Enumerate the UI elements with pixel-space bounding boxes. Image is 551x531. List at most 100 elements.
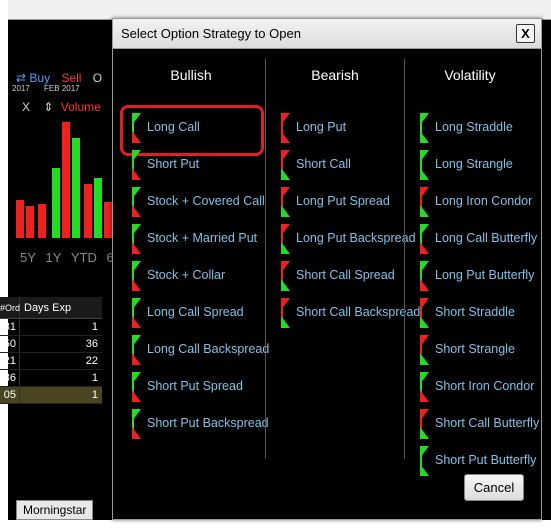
volatility-heading: Volatility: [444, 67, 496, 83]
strategy-label: Long Put Backspread: [296, 231, 416, 245]
cell-ord: 36: [0, 370, 20, 386]
strategy-leg-icon: [281, 113, 290, 143]
strategy-leg-icon: [281, 150, 290, 180]
cell-days-exp: 1: [91, 389, 98, 401]
strategy-leg-icon: [281, 187, 290, 217]
strategy-label: Long Straddle: [435, 120, 513, 134]
strategy-leg-icon: [420, 224, 429, 254]
volume-study-label[interactable]: Volume: [61, 100, 101, 114]
volume-bar: [38, 204, 46, 238]
dialog-title: Select Option Strategy to Open: [121, 26, 301, 41]
refresh-icon[interactable]: ⇄: [16, 71, 26, 85]
range-option[interactable]: 1Y: [46, 250, 62, 265]
strategy-label: Long Call Spread: [147, 305, 244, 319]
strategy-leg-icon: [132, 409, 141, 439]
strategy-leg-icon: [420, 187, 429, 217]
sell-button[interactable]: Sell: [61, 71, 81, 85]
morningstar-tab[interactable]: Morningstar: [16, 500, 94, 520]
strategy-leg-icon: [281, 261, 290, 291]
strategy-leg-icon: [420, 409, 429, 439]
table-row[interactable]: 50 36: [0, 336, 102, 353]
strategy-label: Short Put: [147, 157, 200, 171]
dialog-titlebar[interactable]: Select Option Strategy to Open X: [113, 19, 541, 49]
strategy-label: Long Put Butterfly: [435, 268, 535, 282]
strategy-label: Long Call Butterfly: [435, 231, 538, 245]
positions-table: #Ord Days Exp 31 1 50 36 21 22 36 1 05 1: [0, 297, 102, 404]
bullish-column: Bullish Long Call Short Put Stock + Covere…: [117, 53, 269, 463]
strategy-leg-icon: [420, 298, 429, 328]
strategy-leg-icon: [420, 261, 429, 291]
window-frame-bottom: [0, 520, 551, 531]
strategy-label: Short Iron Condor: [435, 379, 535, 393]
volume-bar: [52, 168, 60, 238]
strategy-leg-icon: [420, 150, 429, 180]
app-top-strip: [0, 0, 551, 20]
cell-days-exp: 22: [85, 355, 98, 367]
sort-icon[interactable]: ⇕: [43, 100, 53, 114]
bullish-heading: Bullish: [170, 67, 212, 83]
strategy-leg-icon: [132, 113, 141, 143]
volume-bar: [16, 200, 24, 238]
dialog-content: Bullish Long Call Short Put Stock + Covere…: [117, 53, 539, 515]
strategy-label: Short Call Butterfly: [435, 416, 540, 430]
strategy-leg-icon: [132, 187, 141, 217]
volume-bar: [62, 122, 70, 238]
cell-ord: 31: [0, 319, 20, 335]
strategy-label: Long Iron Condor: [435, 194, 533, 208]
strategy-label: Short Call: [296, 157, 351, 171]
strategy-leg-icon: [281, 298, 290, 328]
strategy-leg-icon: [132, 150, 141, 180]
table-row[interactable]: 21 22: [0, 353, 102, 370]
buy-button[interactable]: Buy: [29, 71, 50, 85]
date-label: 2017: [12, 84, 30, 93]
trade-toolbar: ⇄ Buy Sell O: [16, 71, 102, 85]
cell-ord: 05: [0, 387, 20, 403]
cell-days-exp: 36: [85, 338, 98, 350]
table-row[interactable]: 31 1: [0, 319, 102, 336]
date-strip: 2017 FEB 2017: [12, 84, 92, 93]
strategy-leg-icon: [132, 298, 141, 328]
volume-bar: [94, 178, 102, 238]
strategy-leg-icon: [420, 446, 429, 476]
close-button[interactable]: X: [516, 24, 535, 43]
volatility-column: Volatility Long Straddle Long Strangle Lon…: [405, 53, 539, 476]
cancel-button[interactable]: Cancel: [464, 474, 524, 501]
study-row: X ⇕ Volume: [22, 100, 101, 114]
order-button[interactable]: O: [93, 71, 102, 85]
strategy-label: Long Call: [147, 120, 200, 134]
volume-bar: [26, 206, 34, 238]
strategy-leg-icon: [420, 372, 429, 402]
strategy-label: Short Straddle: [435, 305, 515, 319]
strategy-leg-icon: [132, 372, 141, 402]
cell-ord: 50: [0, 336, 20, 352]
range-option[interactable]: 5Y: [20, 250, 36, 265]
strategy-leg-icon: [132, 335, 141, 365]
volume-bars: [14, 120, 118, 238]
strategy-leg-icon: [281, 224, 290, 254]
strategy-label: Stock + Married Put: [147, 231, 258, 245]
cell-ord: 21: [0, 353, 20, 369]
strategy-label: Long Put Spread: [296, 194, 390, 208]
strategy-leg-icon: [132, 261, 141, 291]
range-option[interactable]: YTD: [71, 250, 97, 265]
strategy-label: Short Call Backspread: [296, 305, 421, 319]
strategy-label: Short Strangle: [435, 342, 515, 356]
column-header-ord[interactable]: #Ord: [0, 297, 20, 318]
window-frame-left: [0, 0, 8, 531]
table-header: #Ord Days Exp: [0, 297, 102, 319]
strategy-leg-icon: [132, 224, 141, 254]
strategy-label: Short Put Butterfly: [435, 453, 537, 467]
close-study-button[interactable]: X: [22, 100, 30, 114]
volume-bar: [84, 184, 92, 238]
bearish-heading: Bearish: [311, 67, 359, 83]
option-strategy-dialog: Select Option Strategy to Open X Bullish…: [112, 18, 542, 520]
strategy-label: Stock + Collar: [147, 268, 226, 282]
cell-days-exp: 1: [91, 372, 98, 384]
table-row[interactable]: 05 1: [0, 387, 102, 404]
column-header-days-exp[interactable]: Days Exp: [20, 297, 102, 318]
table-row[interactable]: 36 1: [0, 370, 102, 387]
strategy-label: Short Put Backspread: [147, 416, 269, 430]
strategy-label: Stock + Covered Call: [147, 194, 265, 208]
strategy-label: Short Call Spread: [296, 268, 395, 282]
cell-days-exp: 1: [91, 321, 98, 333]
